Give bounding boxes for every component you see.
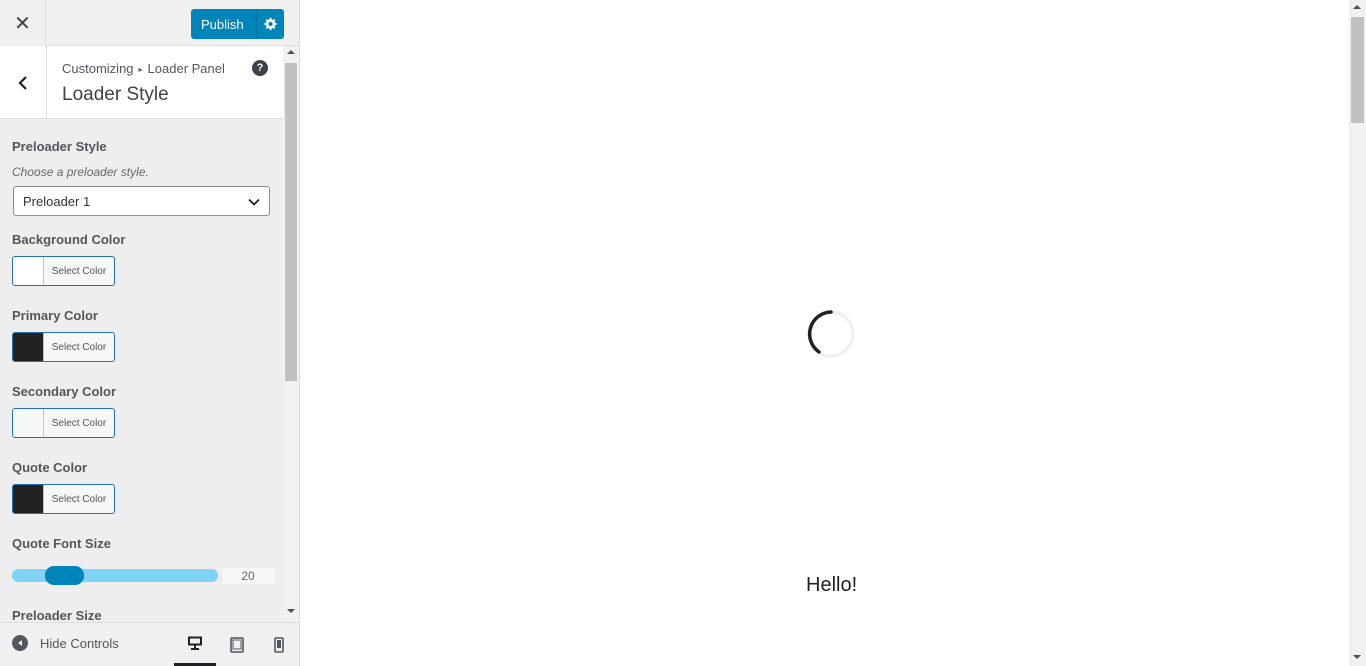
secondary-color-picker[interactable]: Select Color bbox=[12, 408, 115, 438]
tablet-icon bbox=[230, 637, 244, 653]
quote-color-picker[interactable]: Select Color bbox=[12, 484, 115, 514]
select-color-label: Select Color bbox=[51, 265, 107, 277]
close-icon: ✕ bbox=[14, 11, 31, 35]
color-swatch bbox=[13, 257, 44, 285]
preview-desktop-button[interactable] bbox=[174, 623, 216, 666]
help-icon[interactable]: ? bbox=[252, 60, 268, 76]
scroll-up-icon[interactable] bbox=[287, 50, 295, 54]
scrollbar-thumb[interactable] bbox=[285, 63, 297, 381]
breadcrumb-item: Customizing bbox=[62, 61, 134, 76]
preloader-style-value: Preloader 1 bbox=[23, 193, 91, 209]
loading-spinner-icon bbox=[807, 310, 855, 358]
secondary-color-title: Secondary Color bbox=[12, 384, 117, 399]
panel-header: Customizing ▸ Loader Panel Loader Style ? bbox=[0, 46, 283, 119]
mobile-icon bbox=[274, 637, 284, 653]
customizer-sidebar: ✕ Publish Customizing ▸ Loader Panel Loade… bbox=[0, 0, 300, 666]
preview-mobile-button[interactable] bbox=[258, 623, 299, 666]
primary-color-title: Primary Color bbox=[12, 308, 98, 323]
preloader-style-select[interactable]: Preloader 1 bbox=[13, 186, 270, 216]
preloader-size-title: Preloader Size bbox=[12, 608, 102, 622]
breadcrumb: Customizing ▸ Loader Panel bbox=[62, 61, 225, 76]
breadcrumb-separator-icon: ▸ bbox=[138, 65, 143, 74]
sidebar-header: ✕ Publish bbox=[0, 0, 299, 46]
quote-font-size-value[interactable]: 20 bbox=[222, 568, 274, 584]
select-color-label: Select Color bbox=[51, 493, 107, 505]
scroll-down-icon[interactable] bbox=[1353, 655, 1361, 659]
site-preview[interactable]: Hello! bbox=[300, 0, 1349, 666]
gear-icon[interactable] bbox=[256, 9, 284, 39]
color-swatch bbox=[13, 485, 44, 513]
preloader-style-title: Preloader Style bbox=[12, 139, 107, 154]
select-color-label: Select Color bbox=[51, 341, 107, 353]
quote-font-size-slider-handle[interactable] bbox=[45, 566, 84, 585]
publish-label: Publish bbox=[201, 16, 244, 32]
select-color-label: Select Color bbox=[51, 417, 107, 429]
color-swatch bbox=[13, 409, 44, 437]
controls-scroll-area[interactable]: Customizing ▸ Loader Panel Loader Style ? … bbox=[0, 46, 299, 622]
desktop-icon bbox=[188, 636, 202, 650]
collapse-icon bbox=[12, 635, 28, 651]
preloader-quote: Hello! bbox=[806, 574, 858, 596]
publish-button[interactable]: Publish bbox=[191, 9, 284, 39]
hide-controls-label: Hide Controls bbox=[40, 635, 119, 651]
breadcrumb-item: Loader Panel bbox=[147, 61, 225, 76]
back-button[interactable] bbox=[0, 46, 47, 119]
sidebar-footer: Hide Controls bbox=[0, 622, 299, 666]
primary-color-picker[interactable]: Select Color bbox=[12, 332, 115, 362]
scroll-up-icon[interactable] bbox=[1353, 5, 1361, 9]
chevron-down-icon bbox=[248, 198, 260, 206]
background-color-title: Background Color bbox=[12, 232, 126, 247]
scroll-down-icon[interactable] bbox=[287, 609, 295, 613]
preloader-style-description: Choose a preloader style. bbox=[12, 165, 149, 179]
quote-font-size-title: Quote Font Size bbox=[12, 536, 111, 551]
close-button[interactable]: ✕ bbox=[0, 0, 46, 46]
scrollbar-thumb[interactable] bbox=[1351, 17, 1364, 123]
background-color-picker[interactable]: Select Color bbox=[12, 256, 115, 286]
preview-scrollbar[interactable] bbox=[1349, 0, 1366, 666]
preview-tablet-button[interactable] bbox=[216, 623, 258, 666]
chevron-left-icon bbox=[18, 75, 27, 90]
quote-color-title: Quote Color bbox=[12, 460, 88, 475]
color-swatch bbox=[13, 333, 44, 361]
sidebar-scrollbar[interactable] bbox=[283, 46, 299, 622]
panel-title: Loader Style bbox=[62, 84, 169, 105]
hide-controls-button[interactable]: Hide Controls bbox=[12, 635, 119, 651]
quote-font-size-slider-track[interactable] bbox=[12, 569, 218, 582]
